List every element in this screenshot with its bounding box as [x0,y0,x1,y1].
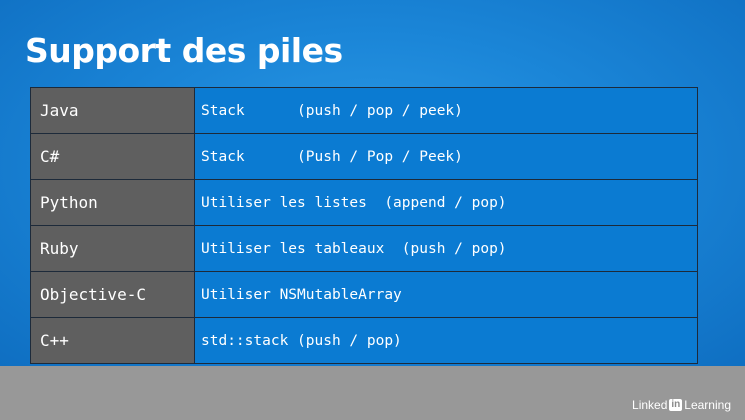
language-cell: C# [30,133,195,180]
table-row: Objective-C Utiliser NSMutableArray [30,271,698,318]
stack-support-table: Java Stack (push / pop / peek) C# Stack … [30,87,698,364]
description-cell: Utiliser NSMutableArray [194,271,698,318]
language-cell: Java [30,87,195,134]
table-row: Ruby Utiliser les tableaux (push / pop) [30,225,698,272]
language-cell: Python [30,179,195,226]
linkedin-learning-watermark: Linked in Learning [632,398,731,412]
watermark-linked: Linked [632,398,668,412]
linkedin-in-logo-icon: in [669,399,683,411]
description-cell: Utiliser les listes (append / pop) [194,179,698,226]
language-cell: Objective-C [30,271,195,318]
table-row: Python Utiliser les listes (append / pop… [30,179,698,226]
slide-title: Support des piles [25,31,343,70]
description-cell: std::stack (push / pop) [194,317,698,364]
watermark-learning: Learning [684,398,731,412]
description-cell: Utiliser les tableaux (push / pop) [194,225,698,272]
language-cell: C++ [30,317,195,364]
table-row: C# Stack (Push / Pop / Peek) [30,133,698,180]
language-cell: Ruby [30,225,195,272]
table-row: Java Stack (push / pop / peek) [30,87,698,134]
description-cell: Stack (Push / Pop / Peek) [194,133,698,180]
description-cell: Stack (push / pop / peek) [194,87,698,134]
table-row: C++ std::stack (push / pop) [30,317,698,364]
